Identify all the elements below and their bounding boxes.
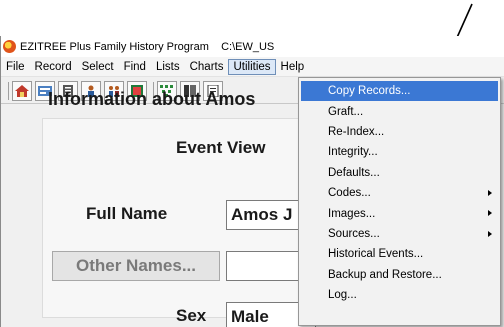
app-icon — [3, 40, 16, 53]
menu-item-defaults[interactable]: Defaults... — [299, 163, 500, 183]
menu-item-label: Re-Index... — [328, 125, 385, 138]
menu-charts[interactable]: Charts — [185, 59, 229, 75]
home-icon[interactable] — [12, 80, 32, 101]
menu-item-label: Defaults... — [328, 166, 380, 179]
menu-item-label: Sources... — [328, 227, 380, 240]
menu-item-label: Images... — [328, 207, 376, 220]
menu-bar: File Record Select Find Lists Charts Uti… — [1, 57, 504, 77]
menu-help[interactable]: Help — [276, 59, 310, 75]
submenu-arrow-icon — [488, 189, 492, 196]
page-heading: Information about Amos — [48, 89, 256, 109]
menu-find[interactable]: Find — [119, 59, 151, 75]
menu-item-label: Copy Records... — [328, 85, 411, 98]
menu-item-integrity[interactable]: Integrity... — [299, 142, 500, 162]
toolbar-grip — [8, 81, 9, 100]
menu-item-label: Graft... — [328, 105, 364, 118]
menu-select[interactable]: Select — [77, 59, 119, 75]
event-view-title: Event View — [176, 138, 266, 157]
menu-record[interactable]: Record — [30, 59, 77, 75]
menu-item-re-index[interactable]: Re-Index... — [299, 122, 500, 142]
menu-item-backup-restore[interactable]: Backup and Restore... — [299, 265, 500, 285]
sex-label: Sex — [176, 306, 207, 325]
menu-item-sources[interactable]: Sources... — [299, 224, 500, 244]
menu-item-label: Integrity... — [328, 146, 378, 159]
menu-lists[interactable]: Lists — [151, 59, 185, 75]
submenu-arrow-icon — [488, 230, 492, 237]
menu-item-historical-events[interactable]: Historical Events... — [299, 244, 500, 264]
menu-item-label: Backup and Restore... — [328, 268, 442, 281]
menu-item-label: Codes... — [328, 187, 371, 200]
utilities-dropdown-menu: Copy Records... Graft... Re-Index... Int… — [298, 77, 501, 326]
submenu-arrow-icon — [488, 210, 492, 217]
menu-item-label: Log... — [328, 289, 357, 302]
menu-item-log[interactable]: Log... — [299, 285, 500, 305]
title-bar: EZITREE Plus Family History Program C:\E… — [1, 36, 504, 57]
menu-file[interactable]: File — [1, 59, 30, 75]
menu-item-codes[interactable]: Codes... — [299, 183, 500, 203]
menu-item-graft[interactable]: Graft... — [299, 101, 500, 121]
menu-item-images[interactable]: Images... — [299, 203, 500, 223]
full-name-label: Full Name — [86, 204, 168, 223]
menu-utilities[interactable]: Utilities — [228, 58, 276, 75]
other-names-button[interactable]: Other Names... — [52, 251, 220, 281]
menu-item-label: Historical Events... — [328, 248, 424, 261]
menu-item-copy-records[interactable]: Copy Records... — [301, 81, 498, 102]
window-title: EZITREE Plus Family History Program C:\E… — [20, 40, 275, 53]
